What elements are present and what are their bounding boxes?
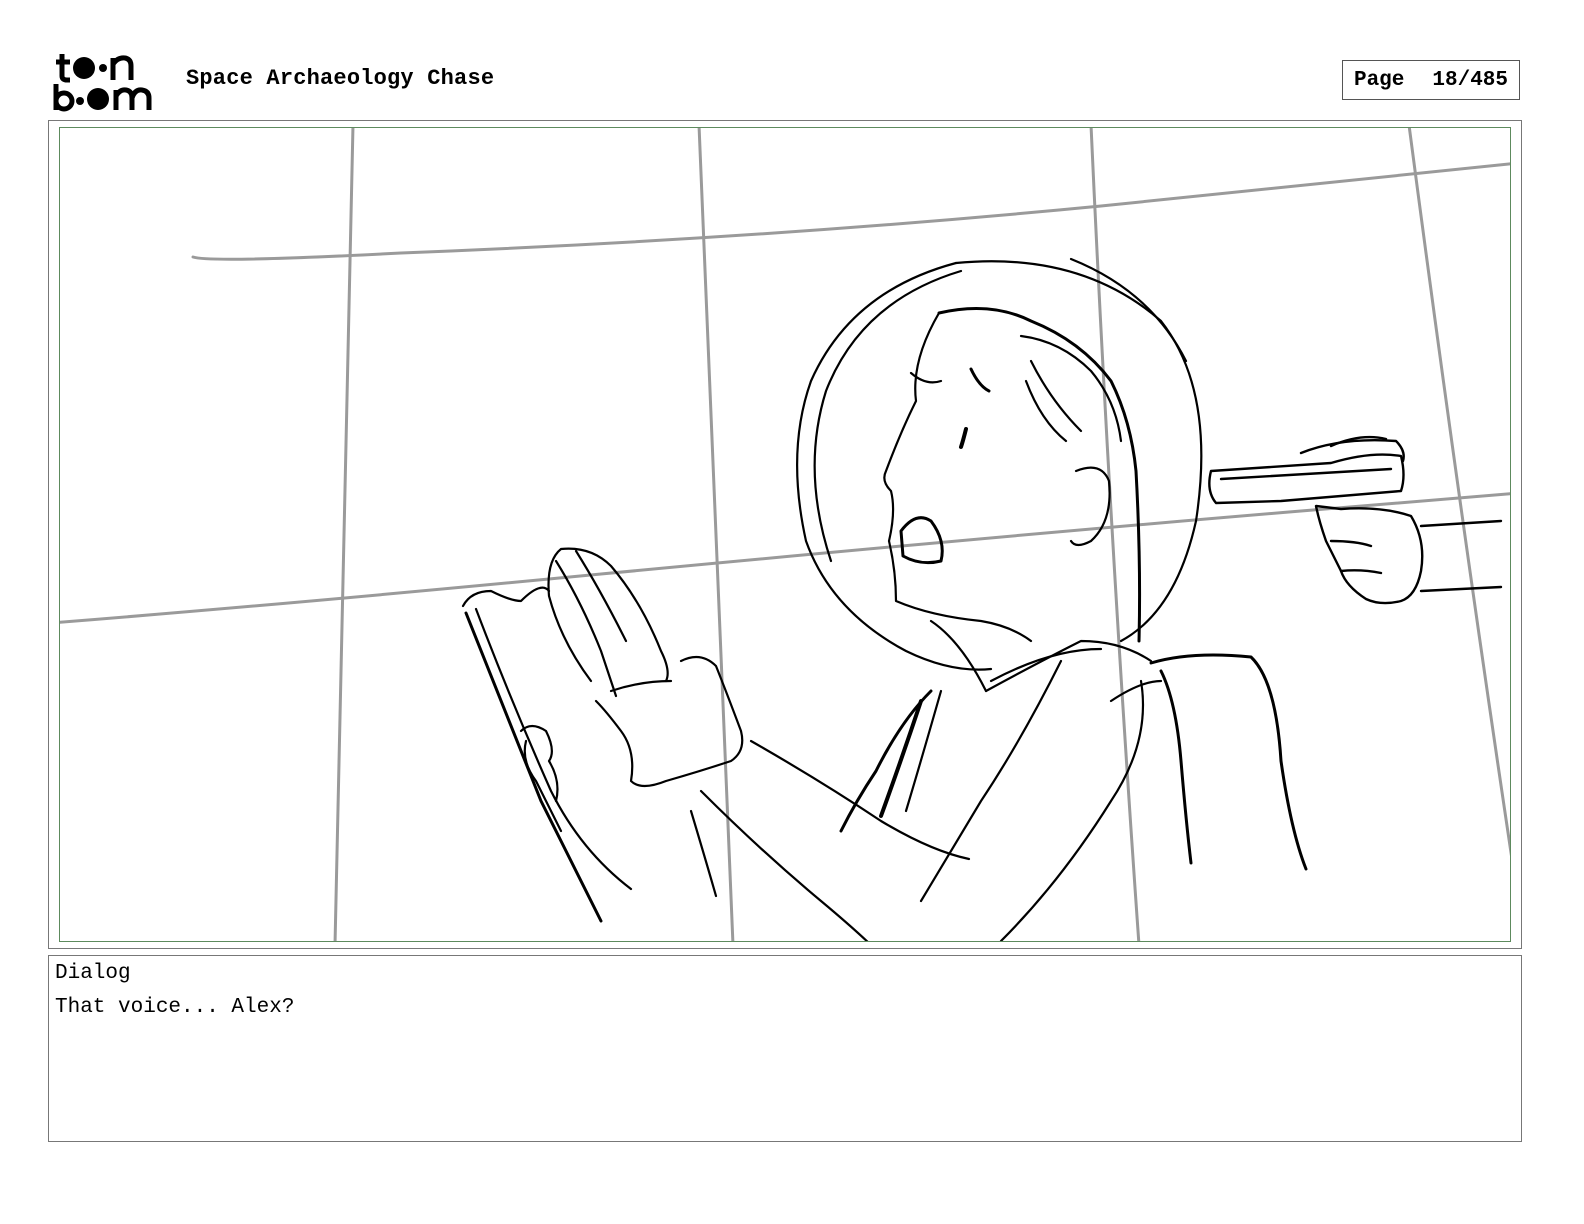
page-indicator: Page 18/485	[1342, 60, 1520, 100]
project-title: Space Archaeology Chase	[186, 66, 495, 91]
dialog-text[interactable]: That voice... Alex?	[55, 996, 294, 1019]
dialog-box: Dialog That voice... Alex?	[48, 955, 1522, 1142]
storyboard-panel[interactable]	[59, 127, 1511, 942]
page-number: 18/485	[1432, 68, 1509, 92]
toon-boom-logo	[53, 54, 152, 112]
dialog-label: Dialog	[55, 962, 131, 985]
storyboard-sketch-icon	[60, 128, 1510, 941]
page-label: Page	[1353, 68, 1405, 92]
